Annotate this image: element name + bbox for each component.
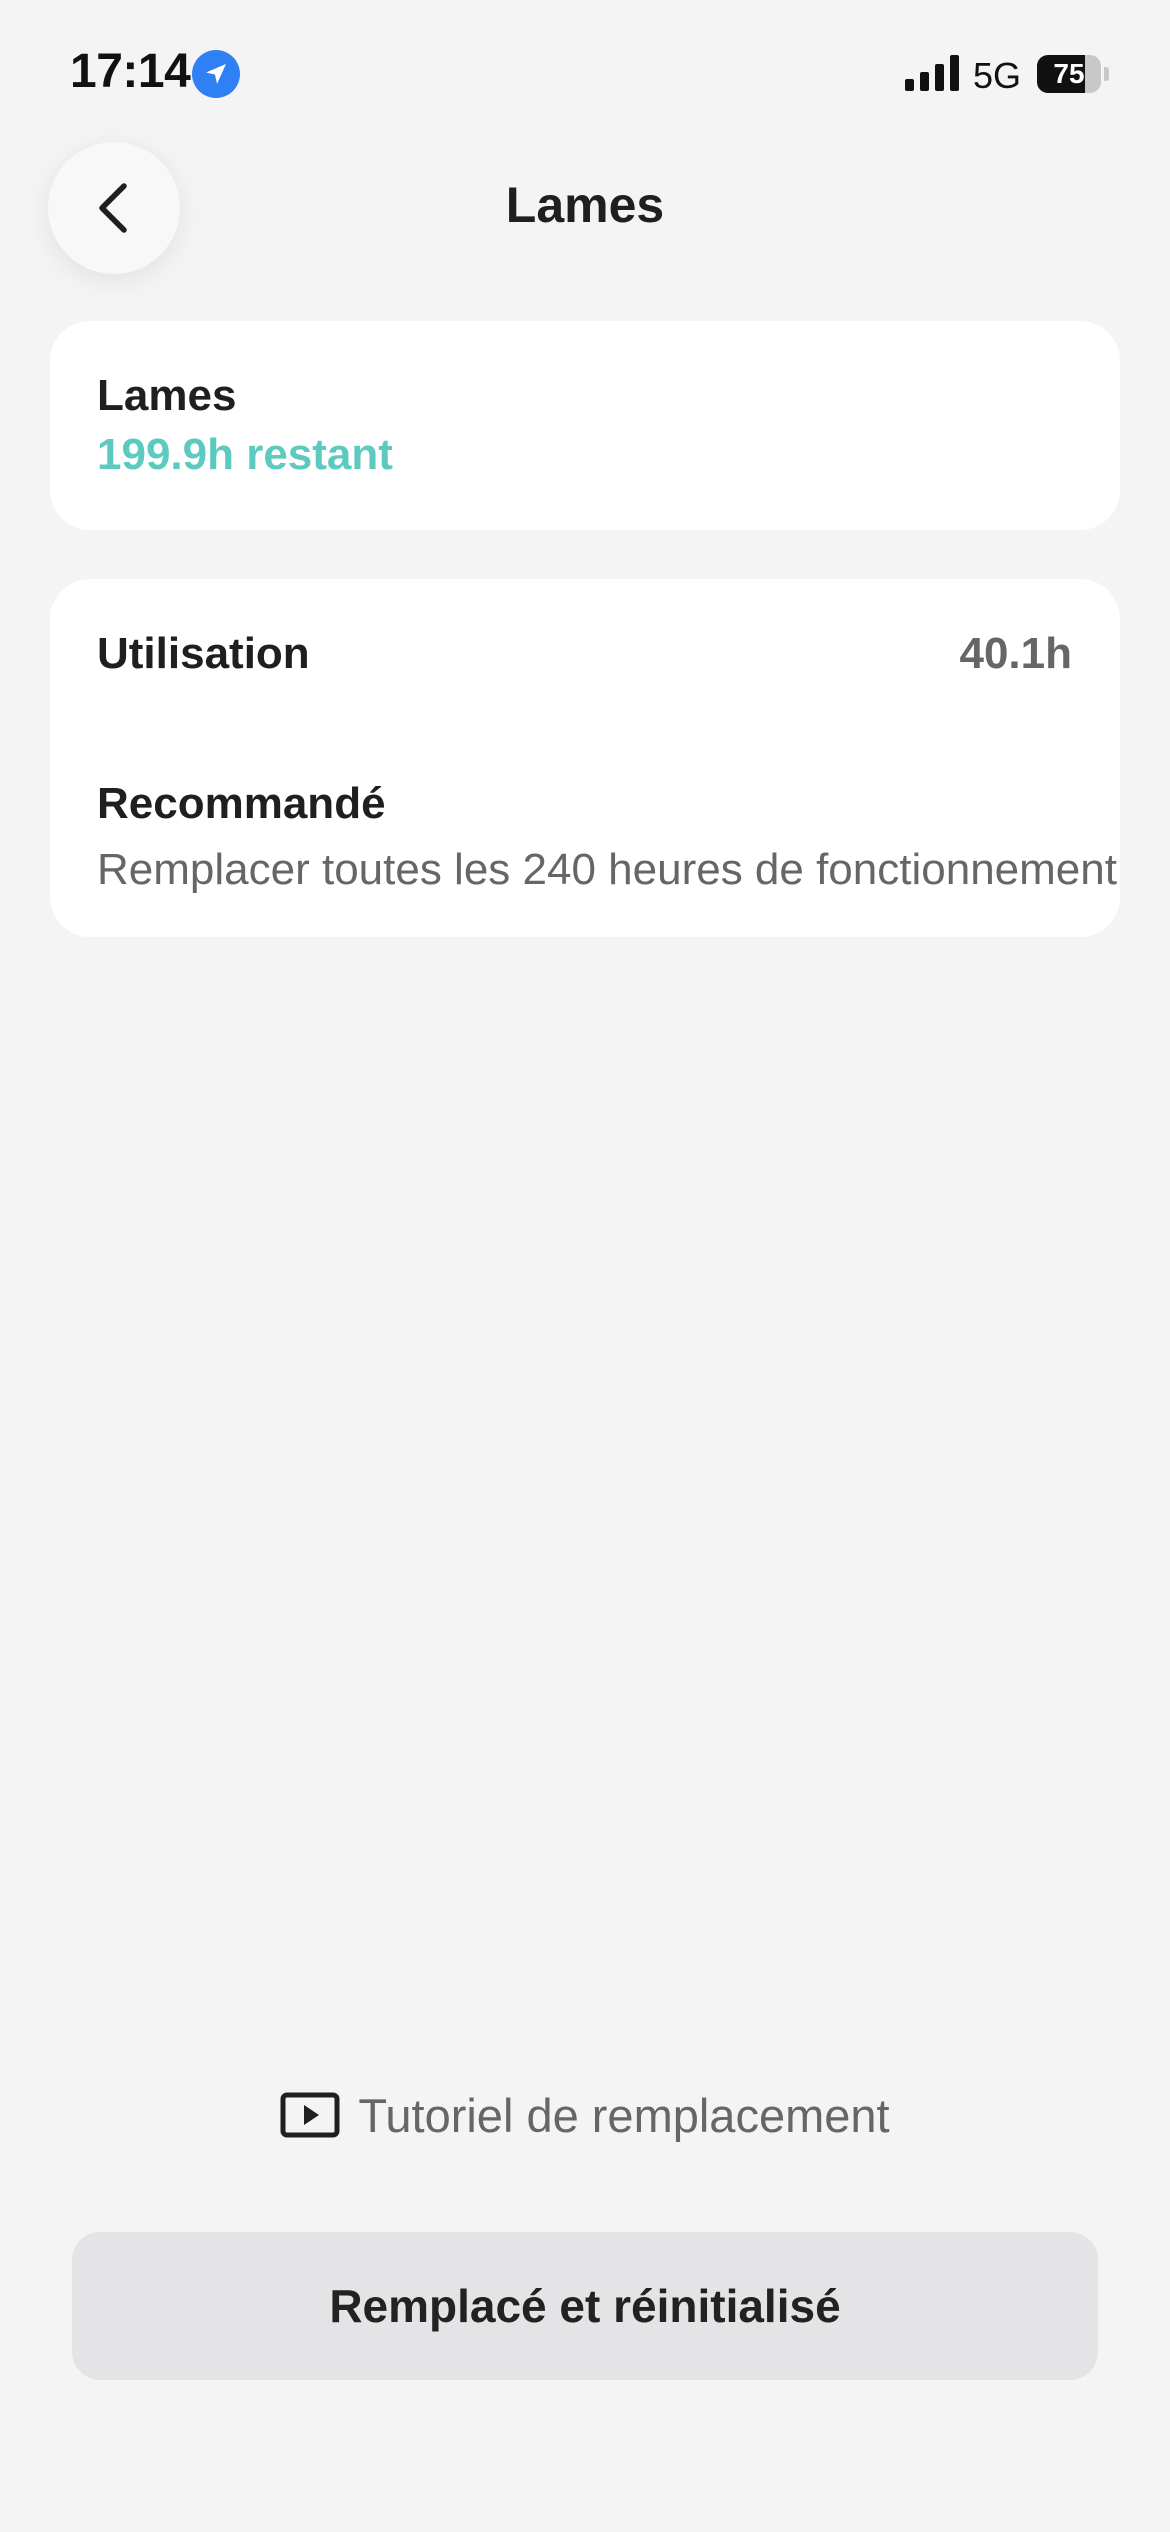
- blade-remaining-time: 199.9h restant: [97, 430, 393, 479]
- blade-details-card: Utilisation 40.1h Recommandé Remplacer t…: [50, 579, 1120, 937]
- replaced-and-reset-button[interactable]: Remplacé et réinitialisé: [72, 2232, 1098, 2380]
- blade-status-card: Lames 199.9h restant: [50, 321, 1120, 530]
- tutorial-label: Tutoriel de remplacement: [358, 2088, 890, 2142]
- battery-percent: 75: [1053, 58, 1085, 89]
- recommended-label: Recommandé: [97, 779, 386, 828]
- status-time: 17:14: [70, 45, 191, 98]
- usage-value: 40.1h: [959, 629, 1072, 678]
- cellular-signal-icon: [905, 55, 960, 91]
- battery-icon: 75: [1037, 55, 1109, 93]
- network-type: 5G: [973, 55, 1022, 96]
- page-title: Lames: [505, 177, 665, 233]
- recommended-text: Remplacer toutes les 240 heures de fonct…: [97, 845, 1117, 894]
- blade-card-title: Lames: [97, 371, 237, 420]
- location-arrow-icon: [192, 50, 240, 98]
- status-bar: 17:14 5G 75: [0, 0, 1170, 150]
- play-video-icon: [280, 2092, 340, 2138]
- replacement-tutorial-link[interactable]: Tutoriel de remplacement: [0, 2080, 1170, 2150]
- reset-button-label: Remplacé et réinitialisé: [329, 2280, 841, 2332]
- usage-label: Utilisation: [97, 629, 310, 678]
